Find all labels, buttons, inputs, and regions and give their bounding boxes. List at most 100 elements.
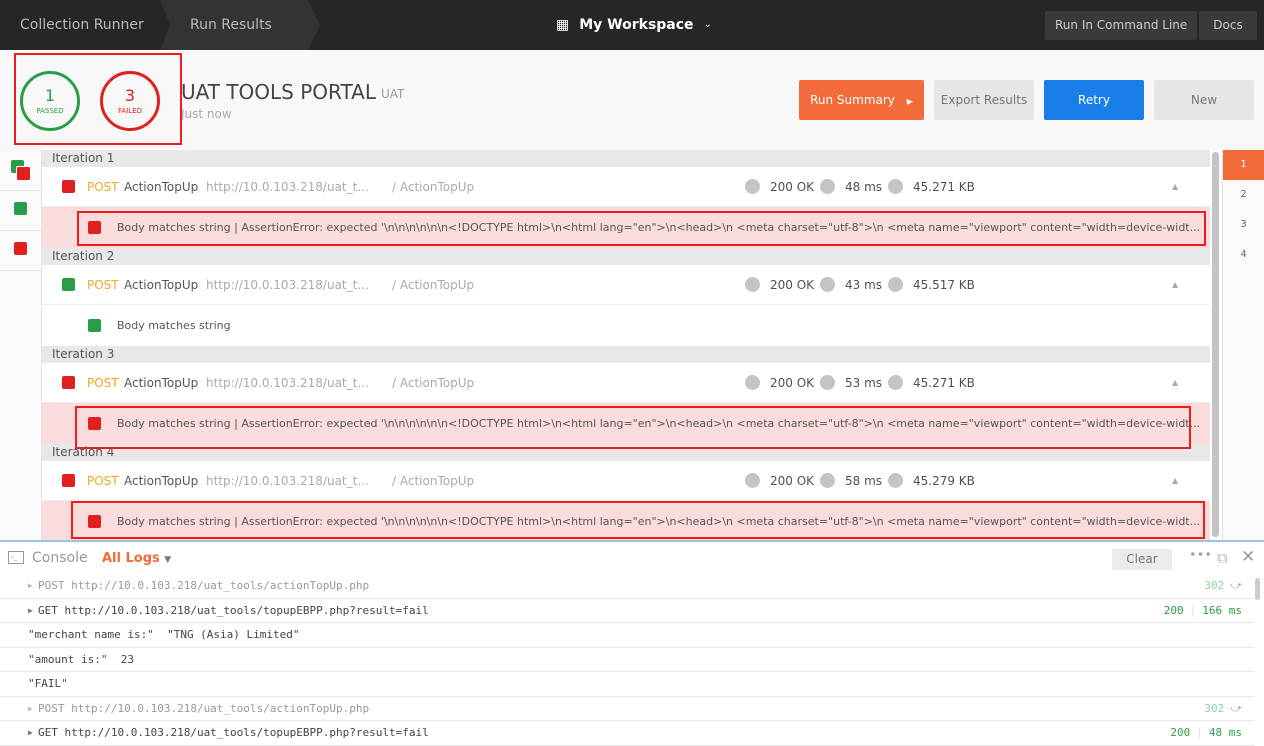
request-url: http://10.0.103.218/uat_t... (206, 376, 369, 390)
pop-out-icon[interactable]: ⧉ (1217, 549, 1228, 567)
test-result-text: Body matches string | AssertionError: ex… (117, 515, 1201, 528)
time-dot-icon (820, 277, 835, 292)
request-name[interactable]: ActionTopUp (124, 180, 198, 194)
expand-caret-icon[interactable]: ▶ (28, 721, 33, 745)
test-result-text: Body matches string | AssertionError: ex… (117, 417, 1201, 430)
console-log: ▶ POST http://10.0.103.218/uat_tools/acti… (0, 574, 1264, 746)
console-message-row: "amount is:" 23 (0, 648, 1254, 672)
iteration-nav-item[interactable]: 3 (1223, 210, 1264, 240)
retry-button[interactable]: Retry (1044, 80, 1144, 120)
status-dot-icon (745, 375, 760, 390)
expand-caret-icon[interactable]: ▶ (28, 599, 33, 623)
collapse-icon[interactable]: ▲ (1172, 476, 1178, 485)
log-filter-label: All Logs (102, 551, 160, 566)
iteration-header: Iteration 3 (42, 346, 1210, 363)
console-response-status: 200 | 166 ms (1164, 599, 1242, 623)
close-icon[interactable]: ✕ (1241, 547, 1255, 567)
more-icon[interactable]: ••• (1189, 548, 1212, 563)
console-panel: ›_ Console All Logs ▼ Clear ••• ⧉ ✕ ▶ POS… (0, 540, 1264, 746)
collapse-icon[interactable]: ▲ (1172, 182, 1178, 191)
response-time: 58 ms (845, 474, 883, 488)
console-request-row[interactable]: ▶ GET http://10.0.103.218/uat_tools/topup… (0, 721, 1254, 746)
export-results-button[interactable]: Export Results (934, 80, 1034, 120)
request-method: POST (87, 278, 119, 292)
console-request-row[interactable]: ▶ GET http://10.0.103.218/uat_tools/topup… (0, 599, 1254, 623)
log-filter-dropdown[interactable]: All Logs ▼ (102, 551, 171, 566)
caret-right-icon: ▶ (906, 97, 913, 106)
run-header: 1 PASSED 3 FAILED UAT TOOLS PORTAL UAT J… (0, 50, 1264, 150)
console-scrollbar[interactable] (1255, 578, 1260, 600)
response-time: 166 ms (1202, 603, 1242, 617)
request-row[interactable]: POST ActionTopUp http://10.0.103.218/uat_t… (42, 167, 1210, 207)
response-code: 200 OK (770, 376, 815, 390)
run-summary-button[interactable]: Run Summary ▶ (799, 80, 924, 120)
request-path: / ActionTopUp (392, 376, 475, 390)
divider: | (1189, 603, 1197, 617)
run-time: Just now (181, 107, 232, 121)
console-request-text: GET http://10.0.103.218/uat_tools/topupE… (38, 726, 429, 739)
collapse-icon[interactable]: ▲ (1172, 378, 1178, 387)
expand-caret-icon[interactable]: ▶ (28, 697, 33, 721)
iteration-header: Iteration 2 (42, 248, 1210, 265)
iteration-list: Iteration 1 POST ActionTopUp http://10.0.10… (42, 150, 1210, 540)
status-icon (62, 180, 75, 193)
breadcrumb-collection-runner[interactable]: Collection Runner (0, 0, 160, 50)
response-code: 200 OK (770, 278, 815, 292)
console-message-row: "merchant name is:" "TNG (Asia) Limited" (0, 623, 1254, 648)
test-status-icon (88, 515, 101, 528)
size-dot-icon (888, 179, 903, 194)
size-dot-icon (888, 473, 903, 488)
iteration-nav-item[interactable]: 2 (1223, 180, 1264, 210)
console-message-text: "merchant name is:" "TNG (Asia) Limited" (28, 628, 300, 641)
response-size: 45.271 KB (913, 180, 975, 194)
time-dot-icon (820, 375, 835, 390)
response-time: 43 ms (845, 278, 883, 292)
failed-label: FAILED (118, 107, 142, 115)
console-response-status: 200 | 48 ms (1170, 721, 1242, 745)
request-name[interactable]: ActionTopUp (124, 376, 198, 390)
collapse-icon[interactable]: ▲ (1172, 280, 1178, 289)
size-dot-icon (888, 277, 903, 292)
console-request-row[interactable]: ▶ POST http://10.0.103.218/uat_tools/acti… (0, 574, 1254, 599)
request-row[interactable]: POST ActionTopUp http://10.0.103.218/uat_t… (42, 461, 1210, 501)
failed-number: 3 (124, 86, 136, 105)
clear-button[interactable]: Clear (1112, 549, 1172, 570)
request-path: / ActionTopUp (392, 474, 475, 488)
console-request-row[interactable]: ▶ POST http://10.0.103.218/uat_tools/acti… (0, 697, 1254, 721)
redirect-icon: ⤻ (1230, 701, 1242, 715)
chevron-down-icon: ⌄ (703, 19, 712, 30)
failed-status-icon (16, 166, 31, 181)
workspace-switcher[interactable]: ▦ My Workspace ⌄ (556, 0, 712, 50)
request-name[interactable]: ActionTopUp (124, 474, 198, 488)
request-name[interactable]: ActionTopUp (124, 278, 198, 292)
response-code: 200 OK (770, 180, 815, 194)
passed-label: PASSED (36, 107, 64, 115)
time-dot-icon (820, 179, 835, 194)
request-row[interactable]: POST ActionTopUp http://10.0.103.218/uat_t… (42, 265, 1210, 305)
new-button[interactable]: New (1154, 80, 1254, 120)
request-method: POST (87, 376, 119, 390)
passed-status-icon[interactable] (14, 202, 27, 215)
time-dot-icon (820, 473, 835, 488)
request-url: http://10.0.103.218/uat_t... (206, 180, 369, 194)
test-result-row: Body matches string | AssertionError: ex… (42, 501, 1210, 540)
request-row[interactable]: POST ActionTopUp http://10.0.103.218/uat_t… (42, 363, 1210, 403)
redirect-icon: ⤻ (1230, 579, 1242, 592)
request-url: http://10.0.103.218/uat_t... (206, 278, 369, 292)
breadcrumb-run-results[interactable]: Run Results (160, 0, 320, 50)
size-dot-icon (888, 375, 903, 390)
iteration-nav-item[interactable]: 4 (1223, 240, 1264, 270)
request-method: POST (87, 474, 119, 488)
test-result-row: Body matches string | AssertionError: ex… (42, 207, 1210, 248)
docs-button[interactable]: Docs (1199, 11, 1257, 40)
status-code: 200 (1170, 726, 1191, 739)
test-status-icon (88, 221, 101, 234)
iteration-nav-item[interactable]: 1 (1223, 150, 1264, 180)
test-status-icon (88, 319, 101, 332)
failed-status-icon[interactable] (14, 242, 27, 255)
response-time: 48 ms (1208, 726, 1242, 739)
test-result-row: Body matches string | AssertionError: ex… (42, 403, 1210, 444)
results-scrollbar[interactable] (1212, 152, 1219, 537)
expand-caret-icon[interactable]: ▶ (28, 574, 33, 598)
run-in-command-line-button[interactable]: Run In Command Line (1045, 11, 1198, 40)
